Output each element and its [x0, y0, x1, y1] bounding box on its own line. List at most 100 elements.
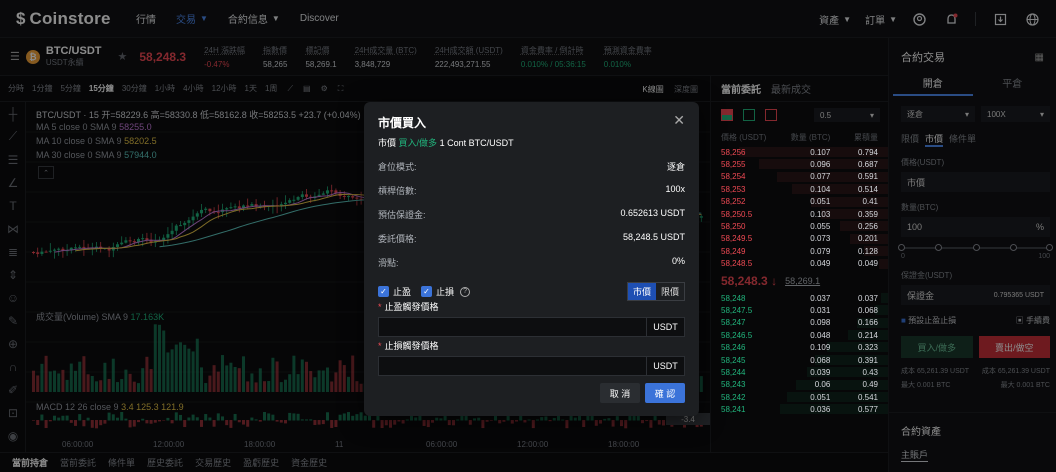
bid-row[interactable]: 58,248 0.037 0.037	[711, 292, 888, 304]
price-cell: 58,255	[721, 160, 746, 170]
row-key: 滑點:	[378, 258, 399, 268]
sl-price-field[interactable]	[378, 356, 647, 376]
amount-cell: 0.048	[810, 330, 831, 340]
row-value: 100x	[665, 184, 685, 194]
required-mark: *	[378, 341, 382, 351]
ask-row[interactable]: 58,249 0.079 0.128	[711, 245, 888, 257]
cancel-button[interactable]: 取 消	[600, 383, 640, 403]
bid-row[interactable]: 58,243 0.06 0.49	[711, 379, 888, 391]
toggle-market[interactable]: 市價	[627, 283, 656, 300]
price-cell: 58,250.5	[721, 209, 753, 219]
row-value: 58,248.5 USDT	[622, 232, 685, 242]
amount-cell: 0.104	[810, 184, 831, 194]
sl-trigger-input[interactable]: USDT	[378, 356, 685, 376]
bid-row[interactable]: 58,247 0.098 0.166	[711, 317, 888, 329]
price-cell: 58,248	[721, 293, 746, 303]
tp-price-field[interactable]	[378, 317, 647, 337]
price-cell: 58,250	[721, 222, 746, 232]
amount-cell: 0.107	[810, 147, 831, 157]
stop-loss-label: 止損	[436, 287, 455, 297]
sl-unit: USDT	[647, 356, 685, 376]
total-cell: 0.256	[857, 222, 879, 232]
bid-row[interactable]: 58,245 0.068 0.391	[711, 354, 888, 366]
stop-loss-checkbox[interactable]: ✓	[421, 286, 433, 297]
close-icon[interactable]: ✕	[673, 112, 685, 129]
dialog-title: 市價買入	[378, 116, 427, 130]
total-cell: 0.359	[857, 209, 879, 219]
price-cell: 58,249	[721, 246, 746, 256]
price-cell: 58,247.5	[721, 305, 753, 315]
price-cell: 58,252	[721, 197, 746, 207]
total-cell: 0.214	[857, 330, 879, 340]
price-cell: 58,253	[721, 184, 746, 194]
total-cell: 0.166	[857, 318, 879, 328]
total-cell: 0.49	[862, 380, 879, 390]
total-cell: 0.41	[862, 197, 879, 207]
total-cell: 0.794	[857, 147, 879, 157]
ask-row[interactable]: 58,250 0.055 0.256	[711, 220, 888, 232]
trigger-type-toggle: 市價 限價	[626, 282, 685, 301]
row-key: 預估保證金:	[378, 210, 426, 220]
total-cell: 0.049	[857, 259, 879, 269]
amount-cell: 0.051	[810, 197, 831, 207]
bid-row[interactable]: 58,241 0.036 0.577	[711, 403, 888, 415]
price-cell: 58,254	[721, 172, 746, 182]
price-cell: 58,241	[721, 405, 746, 415]
total-cell: 0.201	[857, 234, 879, 244]
bid-row[interactable]: 58,247.5 0.031 0.068	[711, 304, 888, 316]
ask-row[interactable]: 58,250.5 0.103 0.359	[711, 208, 888, 220]
total-cell: 0.514	[857, 184, 879, 194]
confirm-button[interactable]: 確 認	[645, 383, 685, 403]
ask-row[interactable]: 58,255 0.096 0.687	[711, 158, 888, 170]
amount-cell: 0.037	[810, 293, 831, 303]
row-position-mode: 倉位模式: 逐倉	[378, 160, 685, 173]
tp-trigger-label: * 止盈觸發價格	[378, 300, 439, 313]
bid-row[interactable]: 58,246 0.109 0.323	[711, 341, 888, 353]
order-quantity: 1 Cont BTC/USDT	[439, 138, 514, 148]
help-icon[interactable]: ?	[460, 286, 471, 297]
tp-trigger-input[interactable]: USDT	[378, 317, 685, 337]
amount-cell: 0.039	[810, 367, 831, 377]
confirm-label: 確 認	[654, 388, 676, 399]
ask-row[interactable]: 58,254 0.077 0.591	[711, 171, 888, 183]
row-order-price: 委託價格: 58,248.5 USDT	[378, 232, 685, 245]
row-value: 0%	[671, 256, 685, 266]
row-key: 槓桿倍數:	[378, 186, 417, 196]
amount-cell: 0.079	[810, 246, 831, 256]
total-cell: 0.541	[857, 392, 879, 402]
price-cell: 58,243	[721, 380, 746, 390]
amount-cell: 0.055	[810, 222, 831, 232]
amount-cell: 0.049	[810, 259, 831, 269]
bid-row[interactable]: 58,242 0.051 0.541	[711, 391, 888, 403]
total-cell: 0.037	[857, 293, 879, 303]
row-leverage: 槓桿倍數: 100x	[378, 184, 685, 197]
row-slippage: 滑點: 0%	[378, 256, 685, 269]
ask-row[interactable]: 58,256 0.107 0.794	[711, 146, 888, 158]
tp-unit: USDT	[647, 317, 685, 337]
total-cell: 0.068	[857, 305, 879, 315]
price-cell: 58,242	[721, 392, 746, 402]
bid-row[interactable]: 58,246.5 0.048 0.214	[711, 329, 888, 341]
amount-cell: 0.077	[810, 172, 831, 182]
take-profit-checkbox[interactable]: ✓	[378, 286, 389, 297]
cancel-label: 取 消	[609, 388, 631, 399]
amount-cell: 0.098	[810, 318, 831, 328]
bid-row[interactable]: 58,244 0.039 0.43	[711, 366, 888, 378]
sl-label-text: 止損觸發價格	[384, 341, 439, 351]
ask-row[interactable]: 58,249.5 0.073 0.201	[711, 233, 888, 245]
total-cell: 0.687	[857, 160, 879, 170]
ask-row[interactable]: 58,248.5 0.049 0.049	[711, 258, 888, 270]
row-key: 委託價格:	[378, 234, 417, 244]
take-profit-label: 止盈	[393, 287, 412, 297]
toggle-limit[interactable]: 限價	[656, 283, 684, 300]
amount-cell: 0.103	[810, 209, 831, 219]
amount-cell: 0.06	[814, 380, 831, 390]
row-value: 逐倉	[666, 162, 685, 172]
total-cell: 0.577	[857, 405, 879, 415]
price-cell: 58,245	[721, 355, 746, 365]
market-buy-dialog: 市價買入 ✕ 市價 買入/做多 1 Cont BTC/USDT 倉位模式: 逐倉 …	[364, 102, 699, 416]
tp-label-text: 止盈觸發價格	[384, 302, 439, 312]
row-estimated-margin: 預估保證金: 0.652613 USDT	[378, 208, 685, 221]
ask-row[interactable]: 58,253 0.104 0.514	[711, 183, 888, 195]
ask-row[interactable]: 58,252 0.051 0.41	[711, 196, 888, 208]
